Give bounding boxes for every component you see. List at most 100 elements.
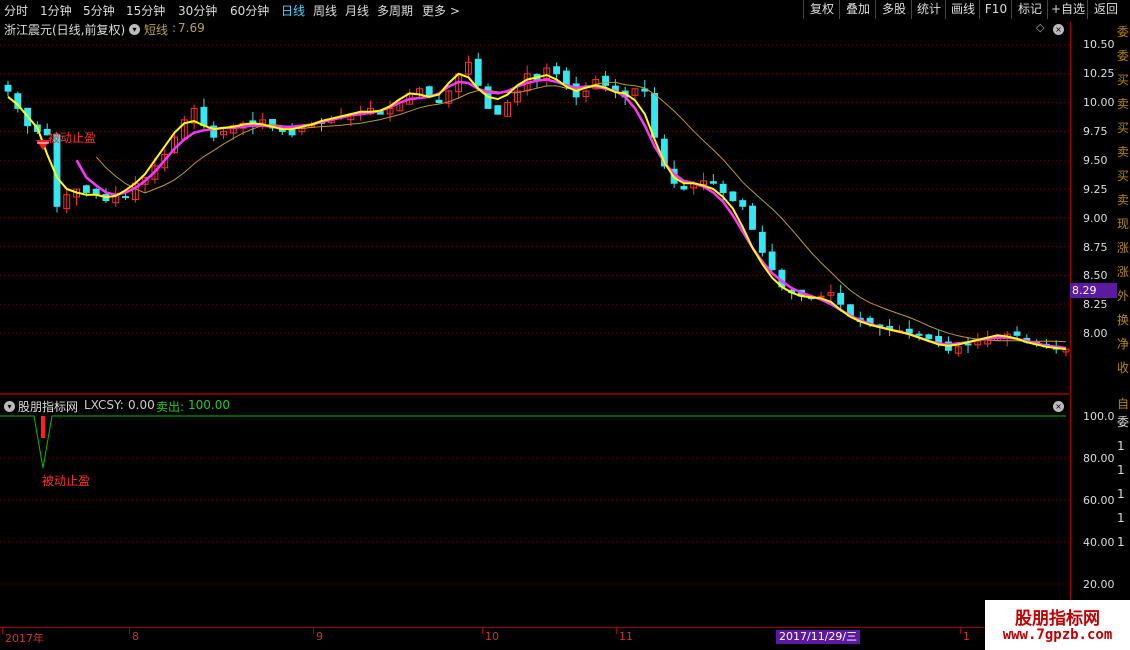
info-char: 卖 [1117,193,1130,207]
chevron-down-icon[interactable]: ▾ [4,401,15,412]
info-char: 收 [1117,361,1130,375]
sell-line [0,415,1066,469]
date-tick [129,628,130,634]
lxcsy-label: LXCSY: [84,398,124,412]
price-tick: 8.00 [1083,327,1108,340]
price-tick: 8.50 [1083,269,1108,282]
main-chart-header: 浙江震元(日线,前复权) ▾ 短线 : 7.69 ◇ × [0,20,1064,38]
draw-line-button[interactable]: 画线 [945,0,980,19]
candle-body [837,292,845,305]
watermark-title: 股朋指标网 [1015,609,1100,629]
date-label: 10 [485,630,499,643]
chevron-down-icon[interactable]: ▾ [129,24,140,35]
candle-body [288,129,296,136]
diamond-icon[interactable]: ◇ [1036,21,1044,34]
tab-30min[interactable]: 30分钟 [178,2,217,19]
price-tick: 8.75 [1083,241,1108,254]
add-watchlist-button[interactable]: +自选 [1047,0,1088,19]
candle-body [729,191,737,202]
candle-body [435,99,443,104]
mark-button[interactable]: 标记 [1011,0,1048,19]
ma-slow-line [95,81,1067,343]
date-tick [616,628,617,634]
main-signal-label: 被动止盈 [48,131,97,145]
watermark-url: www.7gpzb.com [1002,627,1113,643]
date-label: 11 [619,630,633,643]
panel-divider[interactable] [0,393,1070,395]
indicator-axis: 100.0 80.00 60.00 40.00 20.00 [1070,395,1117,627]
candle-body [562,70,570,86]
tab-15min[interactable]: 15分钟 [126,2,165,19]
stats-button[interactable]: 统计 [911,0,946,19]
tab-multi-period[interactable]: 多周期 [377,2,413,19]
date-tick [313,628,314,634]
tab-weekly[interactable]: 周线 [313,2,337,19]
signal-bar [41,416,45,438]
indicator-tick: 20.00 [1083,578,1115,591]
info-char: 换 [1117,313,1130,327]
date-tick [2,628,3,634]
price-tick: 8.25 [1083,298,1108,311]
close-icon[interactable]: × [1053,24,1064,35]
overlay-button[interactable]: 叠加 [839,0,876,19]
date-cursor-label: 2017/11/29/三 [776,630,861,644]
chevron-right-icon: > [449,4,460,18]
date-tick [482,628,483,634]
candle-body [739,200,747,207]
short-line-label: 短线 [144,23,169,37]
info-char: 现 [1117,217,1130,231]
date-label: 8 [132,630,139,643]
tab-more[interactable]: 更多 > [422,2,460,19]
short-line-value: 7.69 [178,21,205,35]
close-icon[interactable]: × [1053,401,1064,412]
candle-body [4,84,12,92]
adjust-button[interactable]: 复权 [803,0,840,19]
f10-button[interactable]: F10 [979,0,1012,19]
info-char: 1 [1117,535,1125,549]
date-tick [960,628,961,634]
price-tick: 9.00 [1083,212,1108,225]
tab-5min[interactable]: 5分钟 [83,2,115,19]
price-tick: 10.25 [1083,67,1115,80]
candle-body [817,295,825,298]
candle-body [964,343,972,346]
info-char: 委 [1117,25,1130,39]
multi-stock-button[interactable]: 多股 [875,0,912,19]
sell-value: 100.00 [188,398,230,412]
lxcsy-value: 0.00 [128,398,155,412]
indicator-signal-label: 被动止盈 [42,474,91,488]
price-tick: 9.50 [1083,154,1108,167]
info-char: 委 [1117,49,1130,63]
ma-short-line [7,72,1067,351]
info-char: 买 [1117,73,1130,87]
info-char: 外 [1117,289,1130,303]
tab-daily[interactable]: 日线 [281,2,305,19]
tab-more-label: 更多 [422,4,447,18]
info-char: 涨 [1117,265,1130,279]
tab-monthly[interactable]: 月线 [345,2,369,19]
candle-body [915,333,923,336]
candle-body [494,105,502,115]
back-button[interactable]: 返回 [1087,0,1124,19]
chart-canvas[interactable] [0,0,1070,627]
date-axis: 2017年 8 9 10 11 1 2017/11/29/三 [0,627,1070,646]
tab-timeshare[interactable]: 分时 [4,2,28,19]
info-char: 1 [1117,487,1125,501]
candle-body [200,106,208,127]
indicator-tick: 80.00 [1083,452,1115,465]
price-tick: 10.50 [1083,38,1115,51]
tab-1min[interactable]: 1分钟 [40,2,72,19]
indicator-header: ▾ 股朋指标网 LXCSY: 0.00 卖出: 100.00 × [0,397,1064,415]
candle-body [1013,331,1021,336]
info-char: 净 [1117,337,1130,351]
info-char: 自 [1117,397,1130,411]
date-label: 2017年 [5,632,44,645]
right-info-strip: 委 委 买 卖 买 卖 买 卖 现 涨 涨 外 换 净 收 自 委 1 1 1 … [1117,20,1130,610]
price-tick: 10.00 [1083,96,1115,109]
indicator-tick: 40.00 [1083,536,1115,549]
candle-body [680,185,688,190]
candle-body [709,181,717,184]
date-label: 1 [963,630,970,643]
tab-60min[interactable]: 60分钟 [230,2,269,19]
candle-body [122,196,129,199]
